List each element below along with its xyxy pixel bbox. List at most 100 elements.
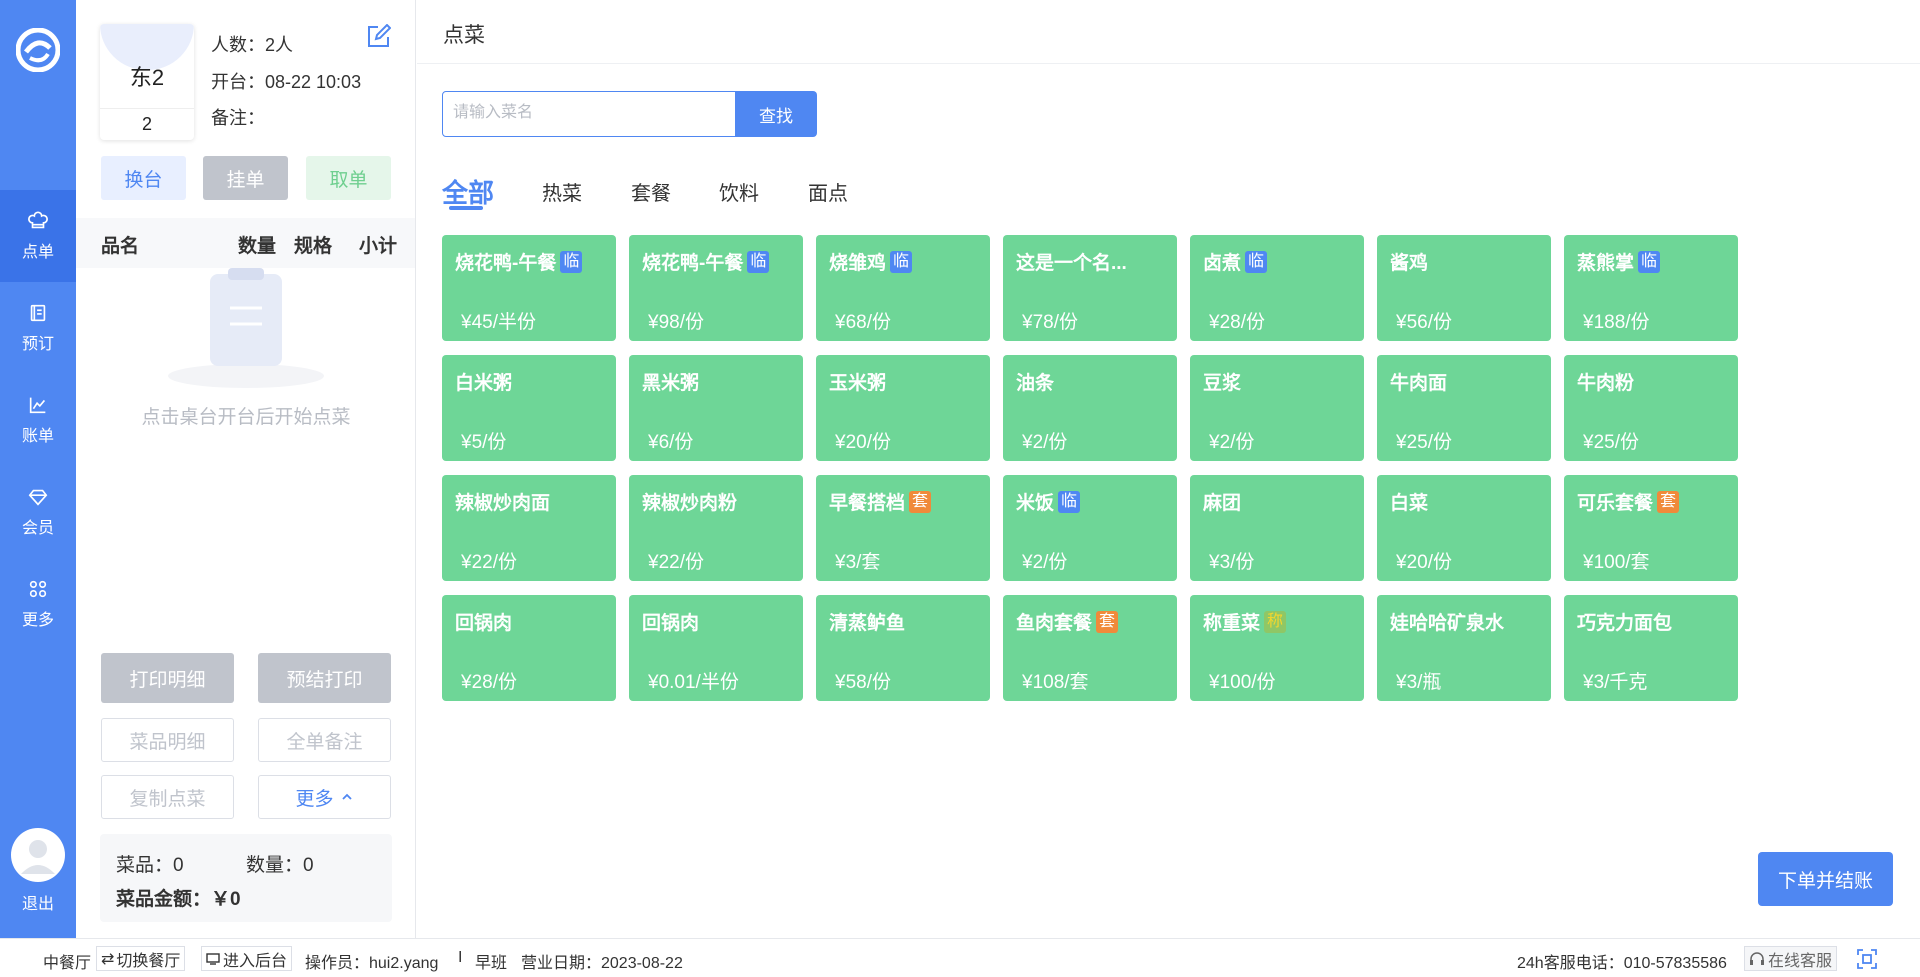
dish-name-row: 烧雏鸡临 xyxy=(829,248,913,275)
search-input[interactable] xyxy=(453,92,723,134)
dish-price: ¥100/套 xyxy=(1583,552,1650,573)
dish-card[interactable]: 回锅肉 ¥28/份 xyxy=(442,595,616,701)
dish-count: 菜品：0 xyxy=(116,855,184,876)
tab-2[interactable]: 套餐 xyxy=(631,177,671,206)
dish-name-row: 麻团 xyxy=(1203,488,1241,515)
dish-price: ¥2/份 xyxy=(1209,432,1255,453)
dish-name: 称重菜 xyxy=(1203,613,1261,634)
edit-icon[interactable] xyxy=(365,24,391,50)
nav-item-more[interactable]: 更多 xyxy=(0,558,76,650)
dish-name: 黑米粥 xyxy=(642,373,700,394)
column-subtotal: 小计 xyxy=(359,236,398,257)
tab-1[interactable]: 热菜 xyxy=(542,177,582,206)
dish-card[interactable]: 烧花鸭-午餐临 ¥98/份 xyxy=(629,235,803,341)
dish-card[interactable]: 辣椒炒肉面 ¥22/份 xyxy=(442,475,616,581)
dish-card[interactable]: 娃哈哈矿泉水 ¥3/瓶 xyxy=(1377,595,1551,701)
shift-info: 早班 xyxy=(475,955,508,972)
order-remark: 备注： xyxy=(211,108,265,128)
search-box xyxy=(442,91,740,137)
dish-badge: 临 xyxy=(560,250,583,273)
dish-name: 烧花鸭-午餐 xyxy=(642,253,744,274)
hold-order-button[interactable]: 挂单 xyxy=(203,156,288,200)
user-avatar[interactable] xyxy=(11,828,65,882)
more-button[interactable]: 更多 xyxy=(258,775,391,819)
dish-detail-button[interactable]: 菜品明细 xyxy=(101,718,234,762)
dish-name-row: 油条 xyxy=(1016,368,1054,395)
dish-card[interactable]: 酱鸡 ¥56/份 xyxy=(1377,235,1551,341)
dish-name-row: 酱鸡 xyxy=(1390,248,1428,275)
quantity-count: 数量：0 xyxy=(246,855,314,876)
copy-order-button[interactable]: 复制点菜 xyxy=(101,775,234,819)
enter-backend-button[interactable]: 进入后台 xyxy=(201,946,293,971)
dish-name: 油条 xyxy=(1016,373,1055,394)
dish-card[interactable]: 米饭临 ¥2/份 xyxy=(1003,475,1177,581)
dish-card[interactable]: 豆浆 ¥2/份 xyxy=(1190,355,1364,461)
switch-restaurant-button[interactable]: ⇄ 切换餐厅 xyxy=(96,946,186,971)
dish-name-row: 早餐搭档套 xyxy=(829,488,932,515)
dish-badge: 临 xyxy=(890,250,913,273)
dish-card[interactable]: 玉米粥 ¥20/份 xyxy=(816,355,990,461)
dish-badge: 临 xyxy=(1245,250,1268,273)
dish-price: ¥20/份 xyxy=(835,432,891,453)
tab-3[interactable]: 饮料 xyxy=(719,177,759,206)
dish-card[interactable]: 白米粥 ¥5/份 xyxy=(442,355,616,461)
guest-count: 人数：2人 xyxy=(211,35,294,55)
checkout-button[interactable]: 下单并结账 xyxy=(1758,852,1893,906)
dish-card[interactable]: 回锅肉 ¥0.01/半份 xyxy=(629,595,803,701)
dish-name: 牛肉粉 xyxy=(1577,373,1635,394)
dish-card[interactable]: 早餐搭档套 ¥3/套 xyxy=(816,475,990,581)
order-remark-button[interactable]: 全单备注 xyxy=(258,718,391,762)
nav-item-booking[interactable]: 预订 xyxy=(0,282,76,374)
take-order-button[interactable]: 取单 xyxy=(306,156,391,200)
dish-price: ¥78/份 xyxy=(1022,312,1078,333)
dish-card[interactable]: 烧花鸭-午餐临 ¥45/半份 xyxy=(442,235,616,341)
online-service-button[interactable]: 在线客服 xyxy=(1744,946,1838,971)
dish-name-row: 辣椒炒肉面 xyxy=(455,488,550,515)
dish-card[interactable]: 烧雏鸡临 ¥68/份 xyxy=(816,235,990,341)
dish-card[interactable]: 牛肉面 ¥25/份 xyxy=(1377,355,1551,461)
dish-card[interactable]: 油条 ¥2/份 xyxy=(1003,355,1177,461)
dish-card[interactable]: 可乐套餐套 ¥100/套 xyxy=(1564,475,1738,581)
pre-print-button[interactable]: 预结打印 xyxy=(258,653,391,703)
dish-card[interactable]: 辣椒炒肉粉 ¥22/份 xyxy=(629,475,803,581)
dish-card[interactable]: 这是一个名... ¥78/份 xyxy=(1003,235,1177,341)
dish-name-row: 玉米粥 xyxy=(829,368,886,395)
dish-name: 玉米粥 xyxy=(829,373,887,394)
dish-card[interactable]: 巧克力面包 ¥3/千克 xyxy=(1564,595,1738,701)
dish-card[interactable]: 卤煮临 ¥28/份 xyxy=(1190,235,1364,341)
dish-card[interactable]: 麻团 ¥3/份 xyxy=(1190,475,1364,581)
table-card[interactable]: 东2 2 xyxy=(100,24,194,140)
order-summary: 菜品：0 数量：0 菜品金额：￥0 xyxy=(100,834,392,922)
dish-price: ¥25/份 xyxy=(1396,432,1452,453)
search-button[interactable]: 查找 xyxy=(735,91,817,137)
nav-item-label: 会员 xyxy=(21,520,54,537)
nav-item-order[interactable]: 点单 xyxy=(0,190,76,282)
swap-table-button[interactable]: 换台 xyxy=(101,156,186,200)
logout-button[interactable]: 退出 xyxy=(0,890,76,914)
dish-name: 鱼肉套餐 xyxy=(1016,613,1093,634)
tab-0[interactable]: 全部 xyxy=(442,173,494,210)
order-list-header: 品名 数量 规格 小计 xyxy=(76,218,415,268)
dish-card[interactable]: 清蒸鲈鱼 ¥58/份 xyxy=(816,595,990,701)
nav-item-bills[interactable]: 账单 xyxy=(0,374,76,466)
fullscreen-icon[interactable] xyxy=(1856,948,1878,970)
print-detail-button[interactable]: 打印明细 xyxy=(101,653,234,703)
dish-card[interactable]: 白菜 ¥20/份 xyxy=(1377,475,1551,581)
active-tab-underline xyxy=(449,206,483,210)
dish-name: 早餐搭档 xyxy=(829,493,906,514)
dish-card[interactable]: 牛肉粉 ¥25/份 xyxy=(1564,355,1738,461)
dish-badge: 临 xyxy=(747,250,770,273)
dish-card[interactable]: 称重菜称 ¥100/份 xyxy=(1190,595,1364,701)
dish-card[interactable]: 蒸熊掌临 ¥188/份 xyxy=(1564,235,1738,341)
main-header: 点菜 xyxy=(417,0,1920,64)
tab-4[interactable]: 面点 xyxy=(808,177,848,206)
swap-arrows-icon: ⇄ xyxy=(101,950,115,968)
nav-item-member[interactable]: 会员 xyxy=(0,466,76,558)
dish-name: 酱鸡 xyxy=(1390,253,1429,274)
table-number: 2 xyxy=(141,114,152,134)
dish-card[interactable]: 黑米粥 ¥6/份 xyxy=(629,355,803,461)
dish-price: ¥5/份 xyxy=(461,432,507,453)
dish-card[interactable]: 鱼肉套餐套 ¥108/套 xyxy=(1003,595,1177,701)
dish-price: ¥3/千克 xyxy=(1583,672,1648,693)
dish-name: 烧花鸭-午餐 xyxy=(455,253,557,274)
